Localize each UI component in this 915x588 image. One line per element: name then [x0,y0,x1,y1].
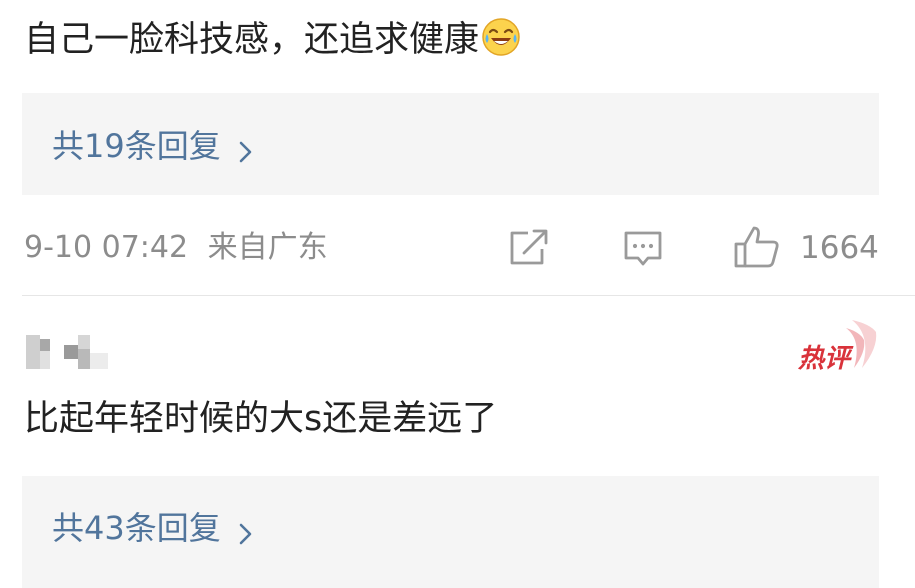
comment-1-meta: 9-10 07:42 来自广东 [24,228,328,268]
laughing-crying-icon [481,17,521,68]
username-blurred[interactable] [26,335,108,369]
comment-1-text: 自己一脸科技感，还追求健康 [24,20,480,60]
comment-2-replies-link[interactable]: 共43条回复 [52,476,252,576]
chevron-right-icon [239,133,252,163]
comment-1-replies-box[interactable]: 共19条回复 [22,93,879,195]
hot-comment-badge-label: 热评 [798,344,851,374]
comment-1-timestamp: 9-10 07:42 [24,230,189,265]
comment-bubble-icon[interactable] [622,228,664,274]
comment-divider [22,295,915,296]
comment-1-text-row: 自己一脸科技感，还追求健康 [24,17,521,68]
hot-comment-badge: 热评 [792,318,882,374]
chevron-right-icon [239,515,252,545]
comment-2-replies-label: 共43条回复 [52,509,221,547]
comment-1-location: 来自广东 [207,230,328,265]
thumbs-up-icon[interactable] [733,224,781,274]
comment-1-like-count: 1664 [800,230,879,266]
comment-1-replies-link[interactable]: 共19条回复 [52,93,252,195]
comment-1-meta-row: 9-10 07:42 来自广东 1664 [0,222,915,274]
comment-2-replies-box[interactable]: 共43条回复 [22,476,879,588]
comment-1-replies-label: 共19条回复 [52,127,221,165]
comment-2-text: 比起年轻时候的大s还是差远了 [24,399,498,439]
share-edit-icon[interactable] [508,227,550,273]
